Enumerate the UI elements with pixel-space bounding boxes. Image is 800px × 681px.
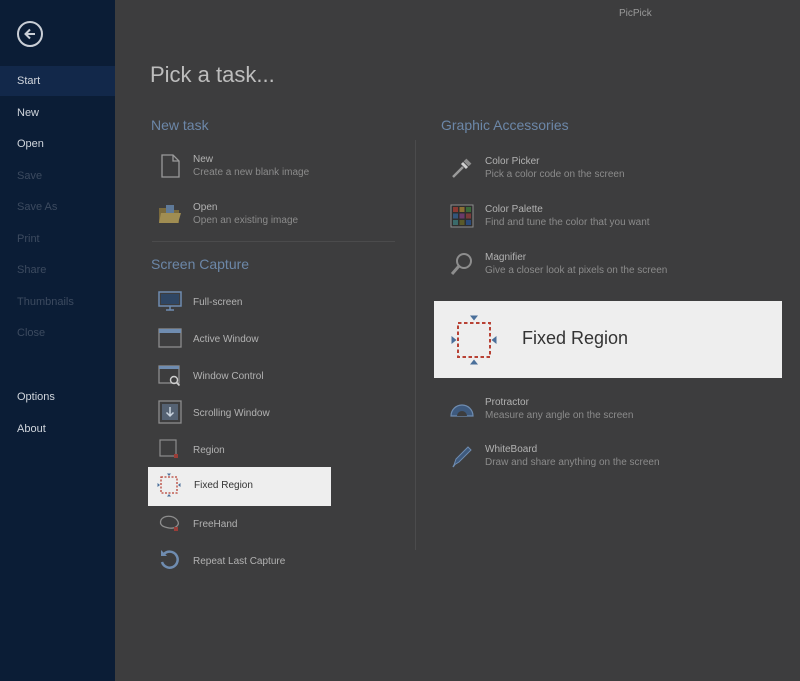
back-arrow-icon[interactable] xyxy=(17,21,43,47)
task-full-screen[interactable]: Full-screen xyxy=(157,288,357,318)
task-label: WhiteBoard xyxy=(485,444,538,455)
magnifier-icon xyxy=(450,253,472,275)
section-divider xyxy=(152,241,395,242)
task-freehand[interactable]: FreeHand xyxy=(157,510,357,540)
fixed-region-label: Fixed Region xyxy=(522,328,629,348)
task-label: Magnifier xyxy=(485,252,527,263)
task-new[interactable]: New Create a new blank image xyxy=(157,153,397,183)
task-description: Draw and share anything on the screen xyxy=(485,457,660,468)
task-description: Find and tune the color that you want xyxy=(485,217,650,228)
section-new-task: New task xyxy=(151,117,209,133)
new-document-icon xyxy=(161,154,180,178)
window-icon xyxy=(158,328,182,348)
task-color-picker[interactable]: Color Picker Pick a color code on the sc… xyxy=(449,155,769,185)
pen-icon xyxy=(452,446,472,468)
scrolling-window-icon xyxy=(158,400,182,424)
page-title: Pick a task... xyxy=(150,62,275,87)
task-label: New xyxy=(193,154,214,165)
protractor-icon xyxy=(450,404,474,417)
task-label: Color Picker xyxy=(485,156,540,167)
task-fixed-region[interactable]: Fixed Region xyxy=(148,467,331,506)
repeat-icon xyxy=(160,550,179,569)
task-description: Measure any angle on the screen xyxy=(485,410,634,421)
sidebar-item-save-as[interactable]: Save As xyxy=(0,192,115,222)
sidebar-item-about[interactable]: About xyxy=(0,414,115,444)
monitor-icon xyxy=(158,291,182,311)
task-active-window[interactable]: Active Window xyxy=(157,325,357,355)
sidebar-item-thumbnails[interactable]: Thumbnails xyxy=(0,287,115,317)
fixed-region-icon xyxy=(451,315,497,365)
sidebar-item-open[interactable]: Open xyxy=(0,129,115,159)
task-repeat-last-capture[interactable]: Repeat Last Capture xyxy=(157,547,357,577)
task-label: Protractor xyxy=(485,397,529,408)
task-region[interactable]: Region xyxy=(157,436,357,466)
sidebar-item-share[interactable]: Share xyxy=(0,255,115,285)
task-description: Pick a color code on the screen xyxy=(485,169,625,180)
palette-icon xyxy=(450,204,474,228)
fixed-region-callout[interactable]: Fixed Region xyxy=(434,301,782,378)
task-label: Color Palette xyxy=(485,204,543,215)
fixed-region-icon xyxy=(157,473,181,497)
task-description: Give a closer look at pixels on the scre… xyxy=(485,265,668,276)
task-label: Open xyxy=(193,202,218,213)
task-scrolling-window[interactable]: Scrolling Window xyxy=(157,399,357,429)
sidebar-item-close[interactable]: Close xyxy=(0,318,115,348)
region-icon xyxy=(159,439,178,458)
task-label: Scrolling Window xyxy=(193,408,270,419)
task-whiteboard[interactable]: WhiteBoard Draw and share anything on th… xyxy=(449,443,769,473)
task-label: Active Window xyxy=(193,334,259,345)
task-description: Create a new blank image xyxy=(193,167,310,178)
task-label: FreeHand xyxy=(193,519,238,530)
sidebar: Start New Open Save Save As Print Share … xyxy=(0,0,115,681)
section-graphic-accessories: Graphic Accessories xyxy=(441,117,569,133)
task-window-control[interactable]: Window Control xyxy=(157,362,357,392)
task-magnifier[interactable]: Magnifier Give a closer look at pixels o… xyxy=(449,251,769,281)
task-label: Full-screen xyxy=(193,297,243,308)
section-screen-capture: Screen Capture xyxy=(151,256,250,272)
eyedropper-icon xyxy=(452,158,472,178)
task-label: Repeat Last Capture xyxy=(193,556,286,567)
freehand-icon xyxy=(159,515,179,531)
window-control-icon xyxy=(158,365,181,387)
folder-open-icon xyxy=(159,205,181,223)
app-title: PicPick xyxy=(619,8,652,19)
sidebar-item-save[interactable]: Save xyxy=(0,161,115,191)
sidebar-item-print[interactable]: Print xyxy=(0,224,115,254)
task-protractor[interactable]: Protractor Measure any angle on the scre… xyxy=(449,396,769,426)
task-description: Open an existing image xyxy=(193,215,299,226)
column-divider xyxy=(415,140,416,550)
sidebar-item-options[interactable]: Options xyxy=(0,382,115,412)
task-label: Window Control xyxy=(193,371,264,382)
sidebar-item-start[interactable]: Start xyxy=(0,66,115,96)
task-color-palette[interactable]: Color Palette Find and tune the color th… xyxy=(449,203,769,233)
task-open[interactable]: Open Open an existing image xyxy=(157,201,397,231)
fixed-region-label: Fixed Region xyxy=(194,480,253,491)
sidebar-item-new[interactable]: New xyxy=(0,98,115,128)
task-label: Region xyxy=(193,445,225,456)
